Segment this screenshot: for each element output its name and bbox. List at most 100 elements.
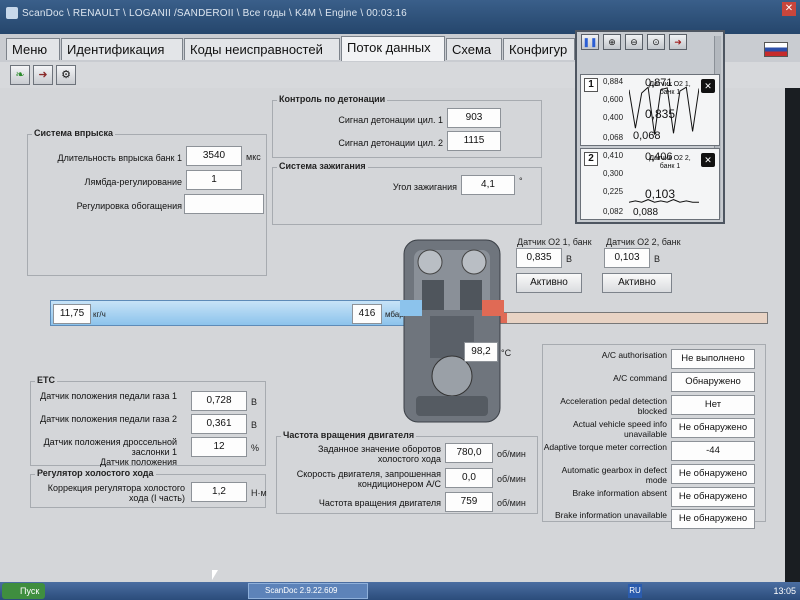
status-label: A/C authorisation bbox=[601, 350, 667, 360]
status-label: Automatic gearbox in defect mode bbox=[561, 465, 667, 485]
idle-correction-unit: Н·м bbox=[251, 488, 267, 498]
graph-panel-2: 2 0,410 0,300 0,225 0,082 0,406 Датчик О… bbox=[580, 148, 720, 220]
tab-config[interactable]: Конфигур bbox=[503, 38, 575, 60]
graph-1-tick-3: 0,400 bbox=[603, 113, 624, 122]
o2-sensor1-value: 0,835 bbox=[516, 248, 562, 268]
airflow-unit: кг/ч bbox=[93, 310, 106, 319]
graph-2-tick-bottom: 0,082 bbox=[603, 207, 624, 216]
app-icon bbox=[6, 7, 18, 19]
graph-2-tick-2: 0,300 bbox=[603, 169, 624, 178]
idle-correction-label: Коррекция регулятора холостого хода (I ч… bbox=[47, 483, 185, 503]
graph-2-tick-top: 0,410 bbox=[603, 151, 624, 160]
o2-sensor2-value: 0,103 bbox=[604, 248, 650, 268]
manifold-pressure-value: 416 bbox=[352, 304, 382, 324]
tab-data-stream[interactable]: Поток данных bbox=[341, 36, 445, 61]
status-value: Обнаружено bbox=[671, 372, 755, 392]
injection-title: Система впрыска bbox=[32, 128, 116, 138]
idle-target-value: 780,0 bbox=[445, 443, 493, 463]
zoom-fit-icon[interactable]: ⊙ bbox=[647, 34, 665, 50]
enrichment-value bbox=[184, 194, 264, 214]
graph-1-index: 1 bbox=[584, 78, 598, 92]
coolant-temp-unit: °C bbox=[501, 348, 512, 358]
zoom-out-icon[interactable]: ⊖ bbox=[625, 34, 643, 50]
airflow-value: 11,75 bbox=[53, 304, 91, 324]
arrow-right-icon[interactable]: ➜ bbox=[33, 65, 53, 85]
status-value: Не обнаружено bbox=[671, 464, 755, 484]
knock-cyl2-value: 1115 bbox=[447, 131, 501, 151]
title-bar: ScanDoc \ RENAULT \ LOGANII /SANDEROII \… bbox=[0, 0, 800, 34]
o2-sensor2-active-button[interactable]: Активно bbox=[602, 273, 672, 293]
status-label: Acceleration pedal detection blocked bbox=[560, 396, 667, 416]
status-label: A/C command bbox=[613, 373, 667, 383]
ignition-title: Система зажигания bbox=[277, 161, 368, 171]
graph-2-tick-3: 0,225 bbox=[603, 187, 624, 196]
tab-identification[interactable]: Идентификация bbox=[61, 38, 183, 60]
pedal-sensor2-value: 0,361 bbox=[191, 414, 247, 434]
ignition-angle-unit: ° bbox=[519, 176, 523, 186]
language-indicator[interactable]: RU bbox=[628, 584, 642, 598]
window-controls[interactable]: ✕ bbox=[752, 2, 796, 16]
close-icon[interactable]: ✕ bbox=[782, 2, 796, 16]
ac-requested-speed-unit: об/мин bbox=[497, 474, 526, 484]
graph-2-bottom-value: 0,088 bbox=[633, 207, 659, 218]
rpm-group: Частота вращения двигателя Заданное знач… bbox=[276, 430, 538, 514]
pedal-sensor2-unit: В bbox=[251, 420, 258, 430]
status-value: Не выполнено bbox=[671, 349, 755, 369]
pedal-sensor1-value: 0,728 bbox=[191, 391, 247, 411]
graph-2-close-icon[interactable]: ✕ bbox=[701, 153, 715, 167]
leaf-icon[interactable]: ❧ bbox=[10, 65, 30, 85]
tab-fault-codes[interactable]: Коды неисправностей bbox=[184, 38, 340, 60]
clock: 13:05 bbox=[773, 586, 796, 596]
engine-speed-value: 759 bbox=[445, 492, 493, 512]
ignition-angle-label: Угол зажигания bbox=[392, 182, 457, 192]
engine-icon[interactable]: ⚙ bbox=[56, 65, 76, 85]
pause-icon[interactable]: ❚❚ bbox=[581, 34, 599, 50]
o2-sensor1-label: Датчик О2 1, банк bbox=[517, 237, 592, 247]
taskbar-scandoc-button[interactable]: ScanDoc 2.9.22.609 bbox=[248, 583, 368, 599]
forward-icon[interactable]: ➜ bbox=[669, 34, 687, 50]
throttle-sensor-label: Датчик положения дроссельной заслонки 1 bbox=[43, 437, 177, 457]
graph-1-name: Датчик О2 1, банк 1 bbox=[649, 81, 691, 96]
graph-2-index: 2 bbox=[584, 152, 598, 166]
graph-window[interactable]: ❚❚ ⊕ ⊖ ⊙ ➜ 1 0,884 0,600 0,400 0,068 0,8… bbox=[575, 30, 725, 224]
idle-title: Регулятор холостого хода bbox=[35, 468, 156, 478]
graph-1-close-icon[interactable]: ✕ bbox=[701, 79, 715, 93]
flag-icon[interactable] bbox=[764, 42, 788, 57]
knock-title: Контроль по детонации bbox=[277, 94, 388, 104]
pedal-sensor2-label: Датчик положения педали газа 2 bbox=[40, 414, 177, 424]
tab-diagram[interactable]: Схема bbox=[446, 38, 502, 60]
o2-sensor2-unit: В bbox=[654, 254, 661, 264]
idle-group: Регулятор холостого хода Коррекция регул… bbox=[30, 468, 267, 508]
start-button[interactable]: Пуск bbox=[2, 583, 46, 599]
coolant-temp-value: 98,2 bbox=[464, 342, 498, 362]
camshaft-pulley-right bbox=[461, 249, 487, 275]
status-value: Не обнаружено bbox=[671, 509, 755, 529]
lambda-value: 1 bbox=[186, 170, 242, 190]
ac-requested-speed-label: Скорость двигателя, запрошенная кондицио… bbox=[296, 469, 441, 489]
ignition-angle-value: 4,1 bbox=[461, 175, 515, 195]
crankshaft bbox=[431, 355, 473, 397]
o2-sensor1-active-button[interactable]: Активно bbox=[516, 273, 582, 293]
status-label: Actual vehicle speed info unavailable bbox=[572, 419, 667, 439]
o2-sensor1-unit: В bbox=[566, 254, 573, 264]
camshaft-pulley-left bbox=[417, 249, 443, 275]
tab-menu[interactable]: Меню bbox=[6, 38, 60, 60]
position-sensor-label: Датчик положения bbox=[99, 457, 177, 467]
ac-requested-speed-value: 0,0 bbox=[445, 468, 493, 488]
injection-duration-unit: мкс bbox=[246, 152, 261, 162]
ignition-group: Система зажигания Угол зажигания 4,1 ° bbox=[272, 161, 542, 225]
idle-target-label: Заданное значение оборотов холостого ход… bbox=[317, 444, 441, 464]
etc-title: ETC bbox=[35, 375, 57, 385]
graph-1-tick-bottom: 0,068 bbox=[603, 133, 624, 142]
zoom-in-icon[interactable]: ⊕ bbox=[603, 34, 621, 50]
graph-1-tick-top: 0,884 bbox=[603, 77, 624, 86]
knock-cyl1-value: 903 bbox=[447, 108, 501, 128]
throttle-sensor-unit: % bbox=[251, 443, 260, 453]
idle-target-unit: об/мин bbox=[497, 449, 526, 459]
idle-correction-value: 1,2 bbox=[191, 482, 247, 502]
injection-duration-value: 3540 bbox=[186, 146, 242, 166]
injection-group: Система впрыска Длительность впрыска бан… bbox=[27, 128, 267, 276]
graph-1-bottom-value: 0,068 bbox=[633, 130, 661, 142]
graph-panel-1: 1 0,884 0,600 0,400 0,068 0,871 Датчик О… bbox=[580, 74, 720, 146]
o2-sensor2-label: Датчик О2 2, банк bbox=[606, 237, 681, 247]
